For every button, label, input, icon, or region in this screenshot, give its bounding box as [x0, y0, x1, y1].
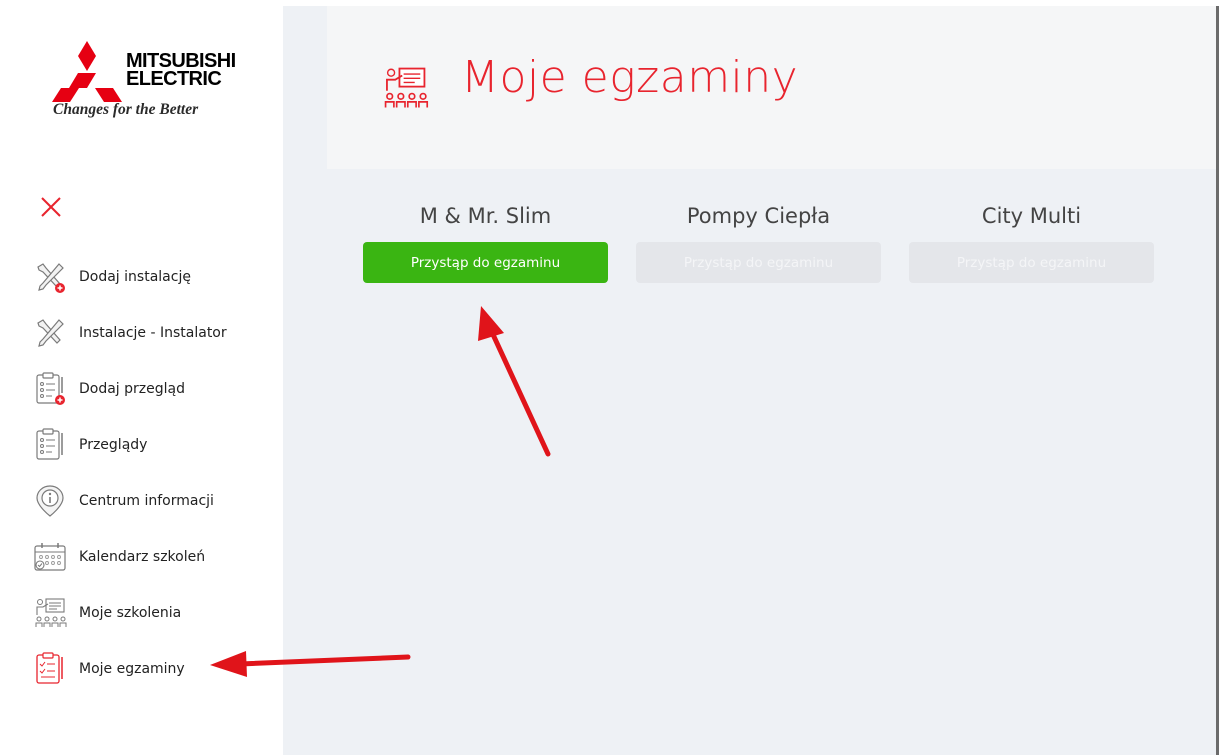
sidebar-item-label: Instalacje - Instalator [79, 325, 227, 341]
brand-name: MITSUBISHI ELECTRIC [126, 51, 236, 90]
sidebar-item-my-trainings[interactable]: Moje szkolenia [6, 585, 283, 641]
training-icon [35, 598, 67, 627]
exam-card-pompy-ciepla: Pompy Ciepła Przystąp do egzaminu [636, 204, 881, 283]
calendar-icon [34, 543, 66, 571]
exam-card-m-mr-slim: M & Mr. Slim Przystąp do egzaminu [363, 204, 608, 283]
start-exam-button-disabled: Przystąp do egzaminu [909, 242, 1154, 283]
brand-name-line2: ELECTRIC [126, 68, 222, 90]
exam-title: City Multi [981, 204, 1082, 228]
page-title: Moje egzaminy [461, 52, 799, 103]
exam-icon [36, 652, 63, 684]
sidebar-item-training-calendar[interactable]: Kalendarz szkoleń [6, 529, 283, 585]
sidebar-item-label: Moje egzaminy [79, 661, 185, 677]
sidebar-menu: Dodaj instalację Instalacje - Instalator [6, 249, 283, 697]
tools-icon [37, 319, 64, 347]
exam-title: Pompy Ciepła [686, 204, 831, 228]
sidebar-item-add-installation[interactable]: Dodaj instalację [6, 249, 283, 305]
sidebar-item-installations[interactable]: Instalacje - Instalator [6, 305, 283, 361]
app-window: MITSUBISHI ELECTRIC Changes for the Bett… [6, 6, 1216, 755]
checklist-add-icon [36, 372, 65, 405]
close-icon[interactable] [36, 192, 66, 222]
mitsubishi-diamonds-logo [52, 41, 122, 102]
sidebar-item-label: Przeglądy [79, 437, 148, 453]
tools-add-icon [37, 263, 65, 293]
info-pin-icon [36, 485, 64, 517]
brand-logo: MITSUBISHI ELECTRIC Changes for the Bett… [50, 38, 260, 128]
exam-card-city-multi: City Multi Przystąp do egzaminu [909, 204, 1154, 283]
sidebar-item-label: Centrum informacji [79, 493, 214, 509]
sidebar-item-label: Dodaj instalację [79, 269, 191, 285]
checklist-icon [36, 428, 63, 460]
exam-title: M & Mr. Slim [419, 204, 552, 228]
sidebar-item-my-exams[interactable]: Moje egzaminy [6, 641, 283, 697]
sidebar-item-label: Kalendarz szkoleń [79, 549, 206, 565]
brand-tagline: Changes for the Better [53, 101, 199, 118]
page-header: Moje egzaminy [327, 6, 1216, 169]
start-exam-button[interactable]: Przystąp do egzaminu [363, 242, 608, 283]
sidebar-item-label: Moje szkolenia [79, 605, 182, 621]
training-icon [384, 67, 429, 108]
sidebar-item-info-center[interactable]: Centrum informacji [6, 473, 283, 529]
sidebar: MITSUBISHI ELECTRIC Changes for the Bett… [6, 6, 283, 755]
sidebar-item-label: Dodaj przegląd [79, 381, 185, 397]
window-shadow-edge [1216, 6, 1219, 755]
sidebar-item-add-review[interactable]: Dodaj przegląd [6, 361, 283, 417]
start-exam-button-disabled: Przystąp do egzaminu [636, 242, 881, 283]
sidebar-item-reviews[interactable]: Przeglądy [6, 417, 283, 473]
